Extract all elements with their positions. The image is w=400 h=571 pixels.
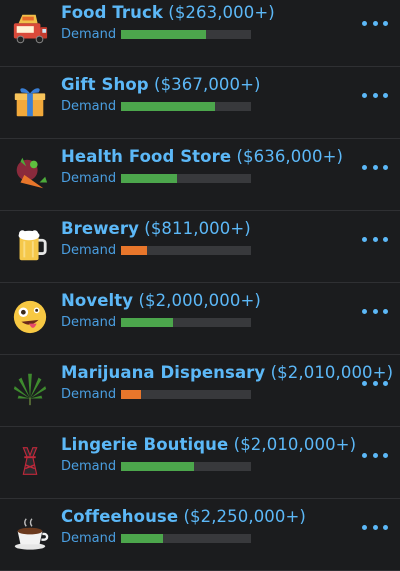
business-title: Lingerie Boutique ($2,010,000+) [61,435,356,454]
zany-face-icon [11,298,49,336]
demand-label: Demand [61,171,117,186]
business-name: Brewery [61,219,139,238]
dot-icon [383,164,388,170]
more-options-button[interactable] [362,449,388,461]
dot-icon [383,92,388,98]
list-item[interactable]: Health Food Store ($636,000+) Demand [0,139,400,211]
dot-icon [372,92,378,98]
demand-bar [121,318,251,327]
demand-bar-fill [121,462,194,471]
business-title: Health Food Store ($636,000+) [61,147,343,166]
demand-label: Demand [61,99,117,114]
demand-bar [121,102,251,111]
business-price: ($811,000+) [144,219,251,238]
list-item[interactable]: Gift Shop ($367,000+) Demand [0,67,400,139]
list-item[interactable]: Novelty ($2,000,000+) Demand [0,283,400,355]
demand-label: Demand [61,27,117,42]
more-options-button[interactable] [362,161,388,173]
demand-bar [121,30,251,39]
business-list: Food Truck ($263,000+) Demand Gift Shop … [0,0,400,571]
demand-bar-fill [121,534,163,543]
dot-icon [383,308,388,314]
business-price: ($2,000,000+) [138,291,261,310]
dot-icon [383,452,388,458]
gift-box-icon [11,82,49,120]
dot-icon [372,524,378,530]
dot-icon [362,92,367,98]
business-name: Marijuana Dispensary [61,363,266,382]
dot-icon [362,452,367,458]
dot-icon [362,380,367,386]
dot-icon [383,524,388,530]
list-item[interactable]: Brewery ($811,000+) Demand [0,211,400,283]
business-name: Novelty [61,291,134,310]
demand-bar [121,390,251,399]
business-title: Gift Shop ($367,000+) [61,75,261,94]
demand-bar [121,246,251,255]
dot-icon [383,20,388,26]
list-item[interactable]: Food Truck ($263,000+) Demand [0,0,400,67]
business-name: Food Truck [61,3,163,22]
dot-icon [372,164,378,170]
business-price: ($636,000+) [236,147,344,166]
dot-icon [372,308,378,314]
demand-bar-fill [121,102,215,111]
dot-icon [372,452,378,458]
lingerie-icon [11,442,49,480]
more-options-button[interactable] [362,233,388,245]
demand-bar-fill [121,174,177,183]
business-title: Coffeehouse ($2,250,000+) [61,507,306,526]
demand-label: Demand [61,387,117,402]
cannabis-leaf-icon [11,370,49,408]
demand-bar-fill [121,318,173,327]
beer-mug-icon [11,226,49,264]
business-name: Lingerie Boutique [61,435,229,454]
dot-icon [372,236,378,242]
demand-label: Demand [61,315,117,330]
business-price: ($263,000+) [168,3,275,22]
demand-label: Demand [61,243,117,258]
demand-bar [121,534,251,543]
dot-icon [362,164,367,170]
more-options-button[interactable] [362,521,388,533]
dot-icon [372,20,378,26]
business-title: Novelty ($2,000,000+) [61,291,261,310]
coffee-cup-icon [11,514,49,552]
vegetables-icon [11,154,49,192]
more-options-button[interactable] [362,305,388,317]
dot-icon [383,236,388,242]
business-name: Health Food Store [61,147,232,166]
business-price: ($2,010,000+) [233,435,357,454]
dot-icon [362,524,367,530]
demand-label: Demand [61,531,117,546]
business-price: ($2,250,000+) [183,507,306,526]
list-item[interactable]: Lingerie Boutique ($2,010,000+) Demand [0,427,400,499]
demand-bar [121,174,251,183]
business-price: ($367,000+) [154,75,261,94]
demand-bar-fill [121,246,147,255]
food-truck-icon [11,10,49,48]
business-title: Brewery ($811,000+) [61,219,251,238]
list-item[interactable]: Coffeehouse ($2,250,000+) Demand [0,499,400,571]
demand-bar [121,462,251,471]
list-item[interactable]: Marijuana Dispensary ($2,010,000+) Deman… [0,355,400,427]
business-name: Coffeehouse [61,507,179,526]
dot-icon [372,380,378,386]
business-title: Food Truck ($263,000+) [61,3,275,22]
more-options-button[interactable] [362,17,388,29]
business-name: Gift Shop [61,75,149,94]
demand-bar-fill [121,30,206,39]
dot-icon [362,308,367,314]
more-options-button[interactable] [362,377,388,389]
dot-icon [383,380,388,386]
dot-icon [362,20,367,26]
demand-bar-fill [121,390,141,399]
demand-label: Demand [61,459,117,474]
business-title: Marijuana Dispensary ($2,010,000+) [61,363,393,382]
more-options-button[interactable] [362,89,388,101]
dot-icon [362,236,367,242]
